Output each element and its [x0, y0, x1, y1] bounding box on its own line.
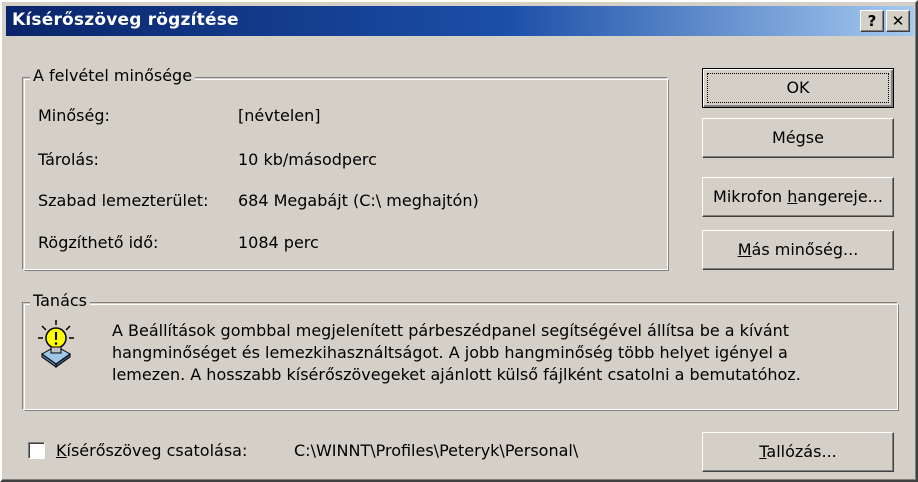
microphone-level-button[interactable]: Mikrofon hangereje... [702, 177, 894, 217]
title-bar[interactable]: Kísérőszöveg rögzítése ? ✕ [6, 6, 914, 36]
browse-button[interactable]: Tallózás... [702, 432, 894, 472]
hint-line: A Beállítások gombbal megjelenített párb… [112, 321, 790, 340]
hint-line: lemezen. A hosszabb kísérőszövegeket ajá… [112, 365, 801, 384]
storage-label: Tárolás: [38, 150, 99, 169]
change-quality-label-suffix: ás minőség... [751, 240, 859, 259]
link-narration-accelerator: K [56, 441, 67, 460]
close-icon: ✕ [891, 12, 905, 30]
change-quality-accelerator: M [737, 240, 752, 259]
microphone-level-accelerator: h [787, 187, 798, 206]
lightbulb-icon [38, 320, 74, 368]
hint-group-label: Tanács [30, 291, 91, 310]
narration-path: C:\WINNT\Profiles\Peteryk\Personal\ [294, 441, 579, 460]
browse-label-suffix: allózás... [766, 442, 837, 461]
focus-rectangle [707, 73, 889, 103]
free-disk-space-value: 684 Megabájt (C:\ meghajtón) [238, 191, 479, 210]
free-disk-space-label: Szabad lemezterület: [38, 191, 209, 210]
quality-group-label: A felvétel minősége [30, 66, 196, 85]
storage-value: 10 kb/másodperc [238, 150, 377, 169]
change-quality-button[interactable]: Más minőség... [702, 230, 894, 270]
microphone-level-label-prefix: Mikrofon [713, 187, 788, 206]
window-title: Kísérőszöveg rögzítése [12, 10, 239, 30]
link-narration-label-suffix: ísérőszöveg csatolása: [66, 441, 248, 460]
hint-text: A Beállítások gombbal megjelenített párb… [112, 320, 882, 386]
quality-label: Minőség: [38, 106, 110, 125]
recordable-time-label: Rögzíthető idő: [38, 233, 159, 252]
close-button[interactable]: ✕ [886, 10, 910, 32]
help-icon: ? [867, 12, 877, 30]
hint-line: hangminőséget és lemezkihasználtságot. A… [112, 343, 788, 362]
cancel-button[interactable]: Mégse [702, 118, 894, 158]
help-button[interactable]: ? [860, 10, 884, 32]
quality-value: [névtelen] [238, 106, 321, 125]
link-narration-label[interactable]: Kísérőszöveg csatolása: [56, 441, 247, 460]
recordable-time-value: 1084 perc [238, 233, 319, 252]
ok-button[interactable]: OK [702, 68, 894, 108]
link-narration-checkbox[interactable] [28, 442, 45, 459]
record-narration-dialog: Kísérőszöveg rögzítése ? ✕ A felvétel mi… [0, 0, 918, 482]
cancel-button-label: Mégse [772, 128, 824, 147]
microphone-level-label-suffix: angereje... [797, 187, 883, 206]
